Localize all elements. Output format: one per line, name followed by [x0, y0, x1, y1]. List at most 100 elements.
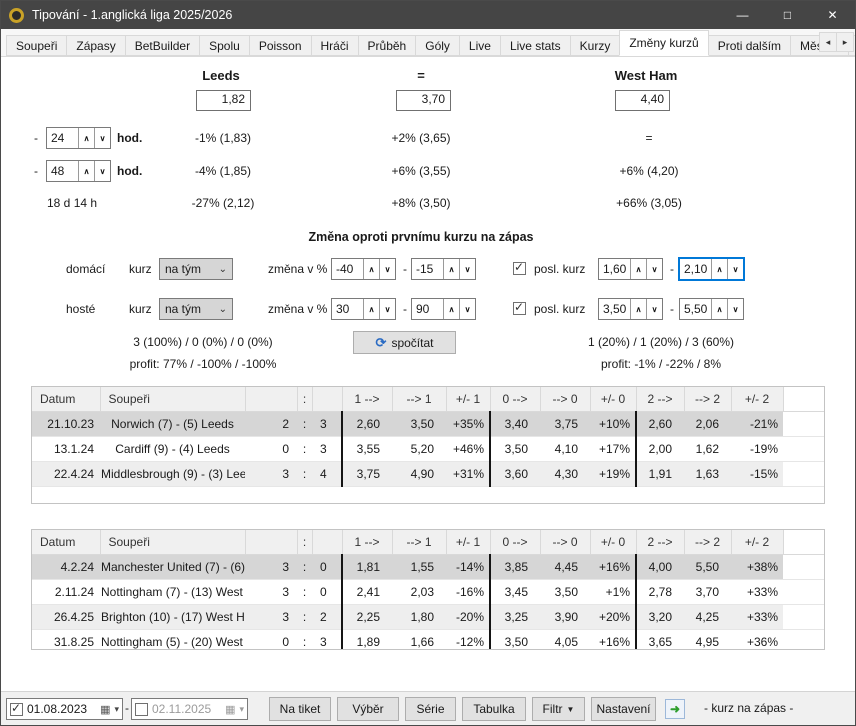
cell[interactable]: -15% — [731, 462, 783, 487]
cell[interactable]: 2,06 — [684, 412, 731, 437]
cell[interactable]: 3,45 — [490, 580, 540, 605]
tab-proti-dalsim[interactable]: Proti dalším — [708, 35, 791, 56]
cell[interactable]: -19% — [731, 437, 783, 462]
cell[interactable]: 0 — [245, 630, 297, 651]
cell[interactable]: +35% — [446, 412, 490, 437]
date-from-checkbox[interactable]: ✓ — [10, 703, 23, 716]
cell[interactable]: 2,41 — [342, 580, 392, 605]
calendar-icon[interactable]: ▦ — [100, 703, 110, 716]
cell[interactable]: 4,10 — [540, 437, 590, 462]
cell[interactable]: +20% — [590, 605, 636, 630]
cell[interactable]: 2,60 — [636, 412, 684, 437]
match-row[interactable]: 21.10.23Norwich (7) - (5) Leeds2:32,603,… — [32, 412, 824, 437]
minimize-button[interactable]: — — [720, 1, 765, 29]
home-last-to-spinner[interactable]: 2,10 ∧ ∨ — [679, 258, 744, 280]
cell[interactable]: 2,25 — [342, 605, 392, 630]
spinner-value[interactable]: 1,60 — [599, 259, 630, 279]
spinner-up-icon[interactable]: ∧ — [630, 299, 646, 319]
match-row[interactable]: 4.2.24Manchester United (7) - (6) We3:01… — [32, 555, 824, 580]
cell[interactable]: 4,90 — [392, 462, 446, 487]
cell[interactable]: +46% — [446, 437, 490, 462]
cell[interactable]: 21.10.23 — [32, 412, 100, 437]
cell[interactable]: Cardiff (9) - (4) Leeds — [100, 437, 245, 462]
spinner-value[interactable]: 5,50 — [680, 299, 711, 319]
tab-kurzy[interactable]: Kurzy — [570, 35, 621, 56]
spinner-down-icon[interactable]: ∨ — [94, 161, 110, 181]
match-row[interactable]: 13.1.24Cardiff (9) - (4) Leeds0:33,555,2… — [32, 437, 824, 462]
cell[interactable]: 1,89 — [342, 630, 392, 651]
cell[interactable]: 1,55 — [392, 555, 446, 580]
cell[interactable]: 3,50 — [540, 580, 590, 605]
cell[interactable]: Norwich (7) - (5) Leeds — [100, 412, 245, 437]
spinner-down-icon[interactable]: ∨ — [727, 299, 743, 319]
cell[interactable]: -21% — [731, 412, 783, 437]
cell[interactable]: 0 — [312, 555, 342, 580]
go-to-odds-button[interactable]: ➜ — [665, 699, 685, 719]
cell[interactable]: -12% — [446, 630, 490, 651]
cell[interactable]: 3,85 — [490, 555, 540, 580]
cell[interactable]: 4,25 — [684, 605, 731, 630]
spinner-value[interactable]: 24 — [47, 128, 78, 148]
spinner-down-icon[interactable]: ∨ — [459, 299, 475, 319]
tab-hraci[interactable]: Hráči — [311, 35, 359, 56]
tab-betbuilder[interactable]: BetBuilder — [125, 35, 200, 56]
cell[interactable]: Middlesbrough (9) - (3) Leeds — [100, 462, 245, 487]
home-kurz-select[interactable]: na tým ⌄ — [159, 258, 233, 280]
tab-scroll-right-icon[interactable]: ▸ — [836, 32, 854, 52]
cell[interactable]: Manchester United (7) - (6) We — [100, 555, 245, 580]
cell[interactable]: +1% — [590, 580, 636, 605]
away-last-to-spinner[interactable]: 5,50 ∧ ∨ — [679, 298, 744, 320]
calendar-icon[interactable]: ▦ — [225, 703, 235, 716]
cell[interactable]: 5,50 — [684, 555, 731, 580]
date-from-picker[interactable]: ✓ 01.08.2023 ▦ ▾ — [6, 698, 123, 720]
spinner-down-icon[interactable]: ∨ — [459, 259, 475, 279]
cell[interactable]: 2 — [312, 605, 342, 630]
cell[interactable]: 0 — [312, 580, 342, 605]
cell[interactable]: +17% — [590, 437, 636, 462]
cell[interactable]: +38% — [731, 555, 783, 580]
home-change-from-spinner[interactable]: -40 ∧ ∨ — [331, 258, 396, 280]
match-row[interactable]: 22.4.24Middlesbrough (9) - (3) Leeds3:43… — [32, 462, 824, 487]
dropdown-icon[interactable]: ▾ — [239, 704, 244, 715]
cell[interactable]: +33% — [731, 580, 783, 605]
spinner-down-icon[interactable]: ∨ — [94, 128, 110, 148]
away-change-to-spinner[interactable]: 90 ∧ ∨ — [411, 298, 476, 320]
filtr-button[interactable]: Filtr ▼ — [532, 697, 585, 721]
match-row[interactable]: 2.11.24Nottingham (7) - (13) West Han3:0… — [32, 580, 824, 605]
match-row[interactable]: 26.4.25Brighton (10) - (17) West Ham3:22… — [32, 605, 824, 630]
cell[interactable]: +36% — [731, 630, 783, 651]
tab-zmeny-kurzu[interactable]: Změny kurzů — [619, 30, 708, 56]
cell[interactable]: 3,75 — [540, 412, 590, 437]
cell[interactable]: 3,75 — [342, 462, 392, 487]
cell[interactable]: +10% — [590, 412, 636, 437]
cell[interactable]: 1,81 — [342, 555, 392, 580]
date-to-checkbox[interactable]: ✓ — [135, 703, 148, 716]
cell[interactable]: 3 — [245, 462, 297, 487]
tab-souperi[interactable]: Soupeři — [6, 35, 67, 56]
cell[interactable]: : — [297, 630, 312, 651]
cell[interactable]: +19% — [590, 462, 636, 487]
cell[interactable]: 0 — [245, 437, 297, 462]
vyber-button[interactable]: Výběr — [337, 697, 399, 721]
cell[interactable]: 3,40 — [490, 412, 540, 437]
spinner-up-icon[interactable]: ∧ — [78, 128, 94, 148]
home-last-from-spinner[interactable]: 1,60 ∧ ∨ — [598, 258, 663, 280]
cell[interactable]: 4,30 — [540, 462, 590, 487]
date-from-value[interactable]: 01.08.2023 — [27, 702, 96, 716]
close-button[interactable]: ✕ — [810, 1, 855, 29]
cell[interactable]: 3,90 — [540, 605, 590, 630]
spinner-value[interactable]: 3,50 — [599, 299, 630, 319]
away-last-odd-checkbox[interactable]: ✓ — [513, 302, 526, 315]
spinner-up-icon[interactable]: ∧ — [363, 299, 379, 319]
spinner-up-icon[interactable]: ∧ — [363, 259, 379, 279]
cell[interactable]: 1,62 — [684, 437, 731, 462]
cell[interactable]: 31.8.25 — [32, 630, 100, 651]
cell[interactable]: : — [297, 462, 312, 487]
tab-spolu[interactable]: Spolu — [199, 35, 250, 56]
home-last-odd-checkbox[interactable]: ✓ — [513, 262, 526, 275]
cell[interactable]: 3 — [312, 412, 342, 437]
date-to-value[interactable]: 02.11.2025 — [152, 702, 221, 716]
home-change-to-spinner[interactable]: -15 ∧ ∨ — [411, 258, 476, 280]
tabulka-button[interactable]: Tabulka — [462, 697, 526, 721]
tab-poisson[interactable]: Poisson — [249, 35, 312, 56]
